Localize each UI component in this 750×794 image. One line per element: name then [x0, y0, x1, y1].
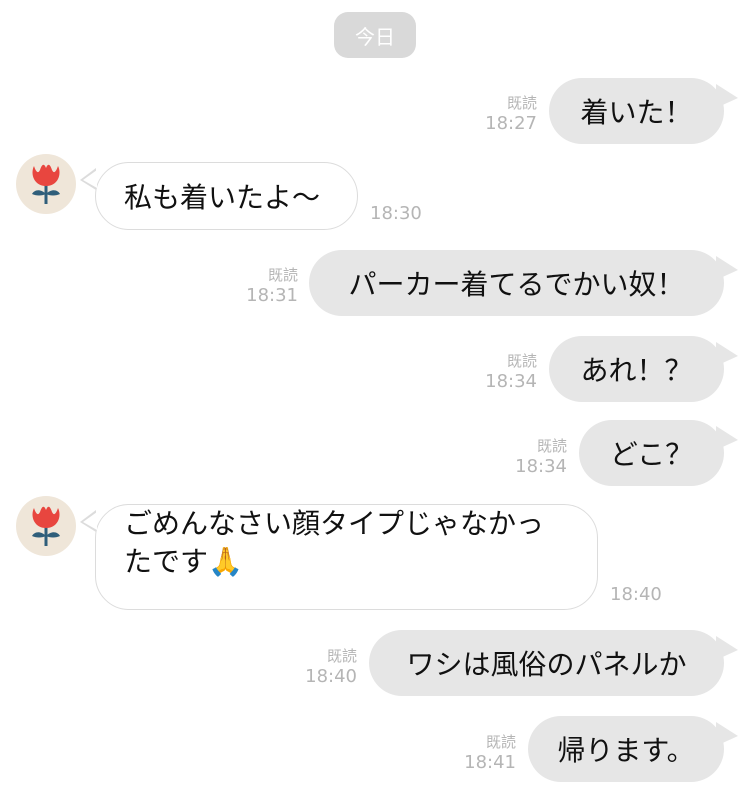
- message-meta: 既読 18:40: [305, 647, 357, 688]
- timestamp: 18:41: [464, 751, 516, 773]
- timestamp: 18:27: [485, 112, 537, 134]
- message-text: 帰ります。: [557, 734, 695, 767]
- avatar[interactable]: [16, 496, 76, 556]
- timestamp: 18:40: [610, 584, 662, 605]
- read-receipt: 既読: [485, 733, 516, 751]
- incoming-message-bubble[interactable]: 私も着いたよ〜: [95, 162, 358, 230]
- read-receipt: 既読: [326, 647, 357, 665]
- message-text: パーカー着てるでかい奴！: [348, 268, 685, 301]
- incoming-message-bubble[interactable]: ごめんなさい顔タイプじゃなかっ たです🙏: [95, 504, 598, 610]
- message-text: 私も着いたよ〜: [124, 181, 321, 214]
- message-text: ワシは風俗のパネルか: [406, 648, 687, 681]
- read-receipt: 既読: [506, 352, 537, 370]
- message-meta: 既読 18:41: [464, 733, 516, 774]
- read-receipt: 既読: [267, 266, 298, 284]
- red-flower-icon: [32, 164, 60, 204]
- outgoing-message-bubble[interactable]: パーカー着てるでかい奴！: [309, 250, 724, 316]
- outgoing-message-bubble[interactable]: どこ？: [579, 420, 724, 486]
- message-text-line-2: たです🙏: [124, 545, 243, 578]
- message-meta: 既読 18:34: [485, 352, 537, 393]
- timestamp: 18:31: [246, 284, 298, 306]
- timestamp: 18:40: [305, 665, 357, 687]
- outgoing-message-bubble[interactable]: 着いた！: [549, 78, 724, 144]
- read-receipt: 既読: [536, 437, 567, 455]
- message-meta: 既読 18:27: [485, 94, 537, 135]
- bubble-tail: [83, 512, 97, 530]
- outgoing-message-bubble[interactable]: ワシは風俗のパネルか: [369, 630, 724, 696]
- message-text: どこ？: [609, 438, 694, 471]
- timestamp: 18:34: [485, 370, 537, 392]
- red-flower-icon: [32, 506, 60, 546]
- avatar[interactable]: [16, 154, 76, 214]
- read-receipt: 既読: [506, 94, 537, 112]
- bubble-tail: [83, 170, 97, 188]
- date-divider: 今日: [334, 12, 416, 58]
- timestamp: 18:30: [370, 203, 422, 224]
- message-text-line-1: ごめんなさい顔タイプじゃなかっ: [124, 507, 545, 540]
- timestamp: 18:34: [515, 455, 567, 477]
- message-text: あれ！？: [580, 354, 693, 387]
- outgoing-message-bubble[interactable]: 帰ります。: [528, 716, 724, 782]
- outgoing-message-bubble[interactable]: あれ！？: [549, 336, 724, 402]
- message-meta: 既読 18:31: [246, 266, 298, 307]
- message-meta: 既読 18:34: [515, 437, 567, 478]
- message-text: 着いた！: [580, 96, 693, 129]
